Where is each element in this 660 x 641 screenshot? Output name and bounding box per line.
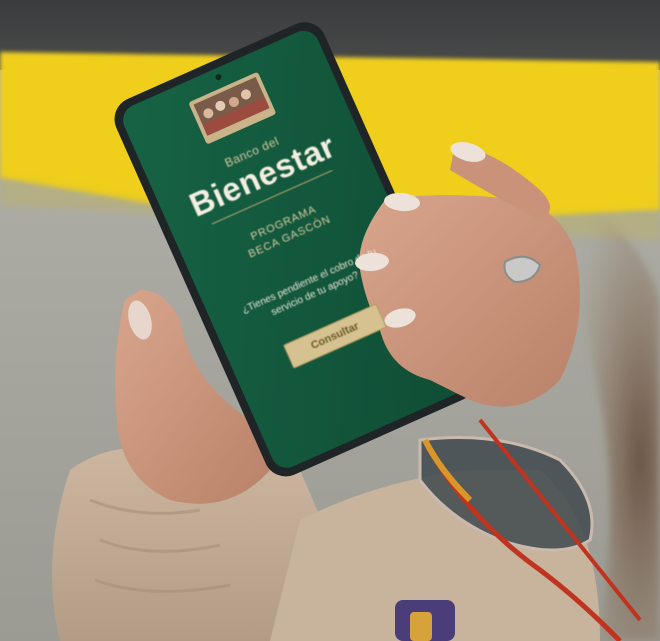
photo: Banco del Bienestar PROGRAMA BECA GASCÓN… (0, 0, 660, 641)
consult-button[interactable]: Consultar (283, 303, 387, 369)
yellow-object (410, 612, 432, 641)
